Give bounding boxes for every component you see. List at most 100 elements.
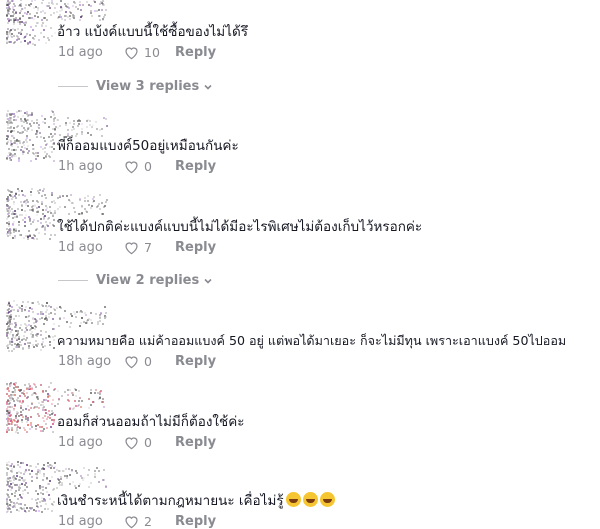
avatar-pixel xyxy=(31,387,34,390)
like-count: 0 xyxy=(144,353,152,369)
avatar-pixel xyxy=(23,194,26,197)
avatar-pixel xyxy=(13,403,16,406)
reply-button[interactable]: Reply xyxy=(175,354,216,369)
avatar-pixel xyxy=(26,397,29,400)
avatar-pixel xyxy=(26,130,29,133)
avatar-pixel xyxy=(42,467,45,470)
like-button[interactable]: 0 xyxy=(123,159,175,174)
like-count: 10 xyxy=(144,44,160,60)
avatar-pixel xyxy=(83,477,86,480)
avatar-pixel xyxy=(6,32,9,35)
avatar-pixel xyxy=(29,234,32,237)
avatar-pixel xyxy=(41,478,44,481)
avatar-pixel xyxy=(10,423,13,426)
avatar-pixel xyxy=(53,202,56,205)
avatar-pixel xyxy=(19,413,22,416)
comment-text-body: เงินชำระหนี้ได้ตามกฎหมายนะ เคื่อไม่รู้ xyxy=(57,493,284,509)
like-button[interactable]: 7 xyxy=(123,240,175,255)
avatar-pixel xyxy=(13,317,16,320)
laughing-emoji-icon xyxy=(285,492,301,507)
avatar-pixel xyxy=(95,389,98,392)
avatar-pixel xyxy=(71,480,74,483)
avatar-pixel xyxy=(6,9,9,12)
avatar-pixel xyxy=(53,461,56,464)
reply-button[interactable]: Reply xyxy=(175,240,216,255)
avatar-pixel xyxy=(34,386,37,389)
reply-button[interactable]: Reply xyxy=(175,514,216,529)
avatar-pixel xyxy=(52,346,55,349)
avatar-pixel xyxy=(13,502,16,505)
avatar-pixel xyxy=(25,136,28,139)
avatar-pixel xyxy=(49,382,52,385)
avatar-pixel xyxy=(12,300,15,303)
avatar-pixel xyxy=(16,21,19,23)
avatar[interactable] xyxy=(6,461,108,519)
avatar-pixel xyxy=(65,474,68,477)
avatar-pixel xyxy=(37,152,40,155)
avatar-pixel xyxy=(90,207,93,210)
avatar-pixel xyxy=(86,132,89,135)
avatar-pixel xyxy=(76,472,79,475)
avatar-pixel xyxy=(102,478,105,481)
like-button[interactable]: 2 xyxy=(123,514,175,529)
avatar-pixel xyxy=(18,142,21,145)
avatar-pixel xyxy=(54,471,57,474)
avatar-pixel xyxy=(11,471,14,474)
like-button[interactable]: 0 xyxy=(123,435,175,450)
reply-button[interactable]: Reply xyxy=(175,45,216,60)
avatar-pixel xyxy=(51,318,54,321)
avatar-pixel xyxy=(9,205,12,208)
avatar-pixel xyxy=(40,349,43,352)
avatar-pixel xyxy=(67,132,70,135)
avatar-pixel xyxy=(27,468,30,471)
avatar-pixel xyxy=(40,310,43,313)
avatar-pixel xyxy=(6,489,9,492)
avatar-pixel xyxy=(6,431,9,434)
avatar-pixel xyxy=(20,471,23,474)
reply-button[interactable]: Reply xyxy=(175,159,216,174)
like-button[interactable]: 10 xyxy=(123,45,175,60)
avatar-pixel xyxy=(23,12,26,15)
avatar-pixel xyxy=(24,6,27,9)
avatar-pixel xyxy=(76,7,79,10)
avatar-pixel xyxy=(17,146,20,149)
avatar-pixel xyxy=(11,341,14,344)
avatar-pixel xyxy=(103,4,106,7)
view-replies-button[interactable]: View 3 replies xyxy=(58,79,213,94)
avatar-pixel xyxy=(46,18,49,21)
avatar-pixel xyxy=(40,383,43,386)
avatar-pixel xyxy=(43,406,46,409)
like-button[interactable]: 0 xyxy=(123,354,175,369)
heart-outline-icon xyxy=(125,515,138,528)
avatar-pixel xyxy=(36,210,39,213)
avatar-pixel xyxy=(31,29,34,32)
avatar-pixel xyxy=(49,343,52,346)
avatar-pixel xyxy=(26,152,29,155)
avatar-pixel xyxy=(28,13,31,16)
avatar-pixel xyxy=(28,320,31,323)
avatar-pixel xyxy=(53,487,56,490)
avatar-pixel xyxy=(26,145,29,148)
avatar-pixel xyxy=(40,304,43,307)
avatar-pixel xyxy=(45,503,48,506)
avatar-pixel xyxy=(11,224,14,227)
avatar-pixel xyxy=(15,423,18,426)
avatar-pixel xyxy=(78,396,81,399)
avatar-pixel xyxy=(27,205,30,208)
avatar-pixel xyxy=(18,32,21,35)
avatar-pixel xyxy=(13,130,16,133)
avatar-pixel xyxy=(11,462,14,465)
avatar-pixel xyxy=(67,467,70,470)
avatar-pixel xyxy=(74,400,77,403)
view-replies-button[interactable]: View 2 replies xyxy=(58,273,213,288)
avatar-pixel xyxy=(51,212,54,215)
comment-text: ออมก็ส่วนออมถ้าไม่มีก็ต้องใช้ค่ะ xyxy=(57,414,245,430)
reply-button[interactable]: Reply xyxy=(175,435,216,450)
avatar-pixel xyxy=(10,510,13,513)
avatar-pixel xyxy=(23,216,26,219)
avatar-pixel xyxy=(10,116,13,119)
avatar[interactable] xyxy=(6,382,106,440)
avatar-pixel xyxy=(33,37,36,40)
avatar-pixel xyxy=(20,203,23,206)
avatar-pixel xyxy=(49,222,51,225)
